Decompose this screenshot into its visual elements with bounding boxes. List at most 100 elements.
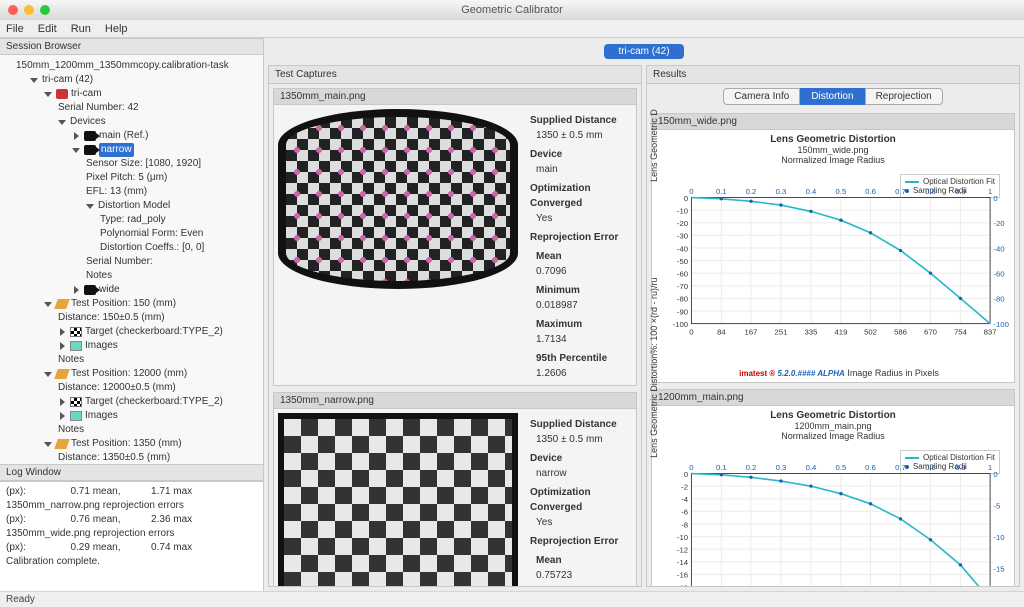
svg-text:-12: -12 [677, 546, 688, 555]
expand-icon[interactable] [58, 342, 67, 351]
svg-text:-6: -6 [681, 508, 688, 517]
task-file[interactable]: 150mm_1200mm_1350mmcopy.calibration-task [16, 59, 229, 73]
tab-camera-info[interactable]: Camera Info [723, 88, 800, 105]
svg-text:-100: -100 [673, 320, 688, 329]
statusbar: Ready [0, 591, 1024, 607]
expand-icon[interactable] [58, 328, 67, 337]
svg-text:1: 1 [988, 187, 992, 196]
svg-text:0.9: 0.9 [955, 463, 966, 472]
svg-text:502: 502 [864, 328, 877, 337]
camera-icon [84, 145, 96, 155]
expand-icon[interactable] [86, 202, 95, 211]
meta-val: 1350 ± 0.5 mm [530, 128, 628, 143]
expand-icon[interactable] [58, 118, 67, 127]
expand-icon[interactable] [44, 300, 53, 309]
capture-image-narrow[interactable] [278, 413, 518, 586]
notes: Notes [58, 423, 84, 437]
svg-text:-70: -70 [677, 282, 688, 291]
svg-text:586: 586 [894, 328, 907, 337]
expand-icon[interactable] [30, 76, 39, 85]
expand-icon[interactable] [72, 146, 81, 155]
svg-text:-20: -20 [993, 219, 1004, 228]
right-panel: tri-cam (42) Test Captures 1350mm_main.p… [264, 38, 1024, 591]
tab-strip: tri-cam (42) [264, 38, 1024, 65]
expand-icon[interactable] [72, 132, 81, 141]
meta-val: main [530, 162, 628, 177]
capture-image-main[interactable] [278, 109, 518, 289]
device-narrow[interactable]: narrow [99, 143, 134, 157]
menu-file[interactable]: File [6, 23, 24, 35]
svg-text:-2: -2 [681, 482, 688, 491]
tab-reprojection[interactable]: Reprojection [865, 88, 943, 105]
capture-meta: Supplied Distance 1350 ± 0.5 mm Device n… [522, 409, 636, 586]
svg-text:-16: -16 [677, 571, 688, 580]
images[interactable]: Images [85, 339, 118, 353]
target[interactable]: Target (checkerboard:TYPE_2) [85, 395, 223, 409]
svg-text:0.1: 0.1 [716, 187, 727, 196]
svg-text:0: 0 [689, 463, 693, 472]
tp1350[interactable]: Test Position: 1350 (mm) [71, 437, 182, 451]
target[interactable]: Target (checkerboard:TYPE_2) [85, 325, 223, 339]
meta-val: narrow [530, 466, 628, 481]
tab-tricam[interactable]: tri-cam (42) [604, 44, 683, 59]
checkerboard-icon [70, 397, 82, 407]
meta-key: Mean [530, 249, 628, 264]
capture-meta: Supplied Distance 1350 ± 0.5 mm Device m… [522, 105, 636, 385]
expand-icon[interactable] [58, 412, 67, 421]
session-browser-tree[interactable]: 150mm_1200mm_1350mmcopy.calibration-task… [0, 55, 263, 464]
meta-key: Optimization Converged [530, 181, 628, 211]
chart-svg: 0-2-4-6-8-10-12-14-16-18-2000840.11670.2… [656, 441, 1010, 586]
svg-text:-20: -20 [677, 219, 688, 228]
distortion-model[interactable]: Distortion Model [98, 199, 170, 213]
expand-icon[interactable] [58, 398, 67, 407]
tp150[interactable]: Test Position: 150 (mm) [71, 297, 176, 311]
log-line: (px): 0.71 mean, 1.71 max [6, 486, 192, 497]
svg-text:-5: -5 [993, 501, 1000, 510]
svg-text:84: 84 [717, 328, 726, 337]
svg-text:-10: -10 [677, 533, 688, 542]
expand-icon[interactable] [72, 286, 81, 295]
svg-text:-15: -15 [993, 564, 1004, 573]
meta-val: 0.75723 [530, 568, 628, 583]
tree-devices[interactable]: Devices [70, 115, 106, 129]
svg-text:0.2: 0.2 [746, 187, 757, 196]
expand-icon[interactable] [44, 90, 53, 99]
device-main[interactable]: main (Ref.) [99, 129, 148, 143]
narrow-efl: EFL: 13 (mm) [86, 185, 147, 199]
expand-icon[interactable] [44, 440, 53, 449]
menu-help[interactable]: Help [105, 23, 128, 35]
meta-key: Minimum [530, 283, 628, 298]
chart-subtitle2: Normalized Image Radius [656, 431, 1010, 441]
tree-camgroup[interactable]: tri-cam [71, 87, 102, 101]
svg-text:167: 167 [745, 328, 758, 337]
svg-text:-90: -90 [677, 307, 688, 316]
capture-filename: 1350mm_narrow.png [274, 393, 636, 409]
images[interactable]: Images [85, 409, 118, 423]
menu-edit[interactable]: Edit [38, 23, 57, 35]
narrow-sensor: Sensor Size: [1080, 1920] [86, 157, 201, 171]
device-wide[interactable]: wide [99, 283, 120, 297]
chart-svg: 0-10-20-30-40-50-60-70-80-90-10000840.11… [656, 165, 1010, 365]
test-captures-scroll[interactable]: 1350mm_main.png Supplied Distance 1350 ±… [269, 84, 641, 586]
menu-run[interactable]: Run [71, 23, 91, 35]
svg-text:0: 0 [689, 187, 693, 196]
log-window[interactable]: (px): 0.71 mean, 1.71 max 1350mm_narrow.… [0, 481, 263, 591]
results-scroll[interactable]: 150mm_wide.png Lens Geometric Distortion… [647, 109, 1019, 586]
tp12000[interactable]: Test Position: 12000 (mm) [71, 367, 187, 381]
meta-val: Yes [530, 515, 628, 530]
svg-text:0.4: 0.4 [806, 463, 817, 472]
meta-key: Device [530, 451, 628, 466]
chart-subtitle2: Normalized Image Radius [656, 155, 1010, 165]
chart-ylabel: Lens Geometric Distortion%: 100 ×(rd - r… [649, 109, 659, 181]
tab-distortion[interactable]: Distortion [800, 88, 864, 105]
narrow-pitch: Pixel Pitch: 5 (μm) [86, 171, 167, 185]
menubar: File Edit Run Help [0, 20, 1024, 38]
svg-text:-100: -100 [993, 320, 1008, 329]
svg-text:-40: -40 [677, 244, 688, 253]
tree-root[interactable]: tri-cam (42) [42, 73, 93, 87]
ruler-icon [54, 369, 70, 379]
chart-filename: 1200mm_main.png [652, 390, 1014, 406]
notes: Notes [58, 353, 84, 367]
capture-card: 1350mm_narrow.png Supplied Distance 1350… [273, 392, 637, 586]
expand-icon[interactable] [44, 370, 53, 379]
